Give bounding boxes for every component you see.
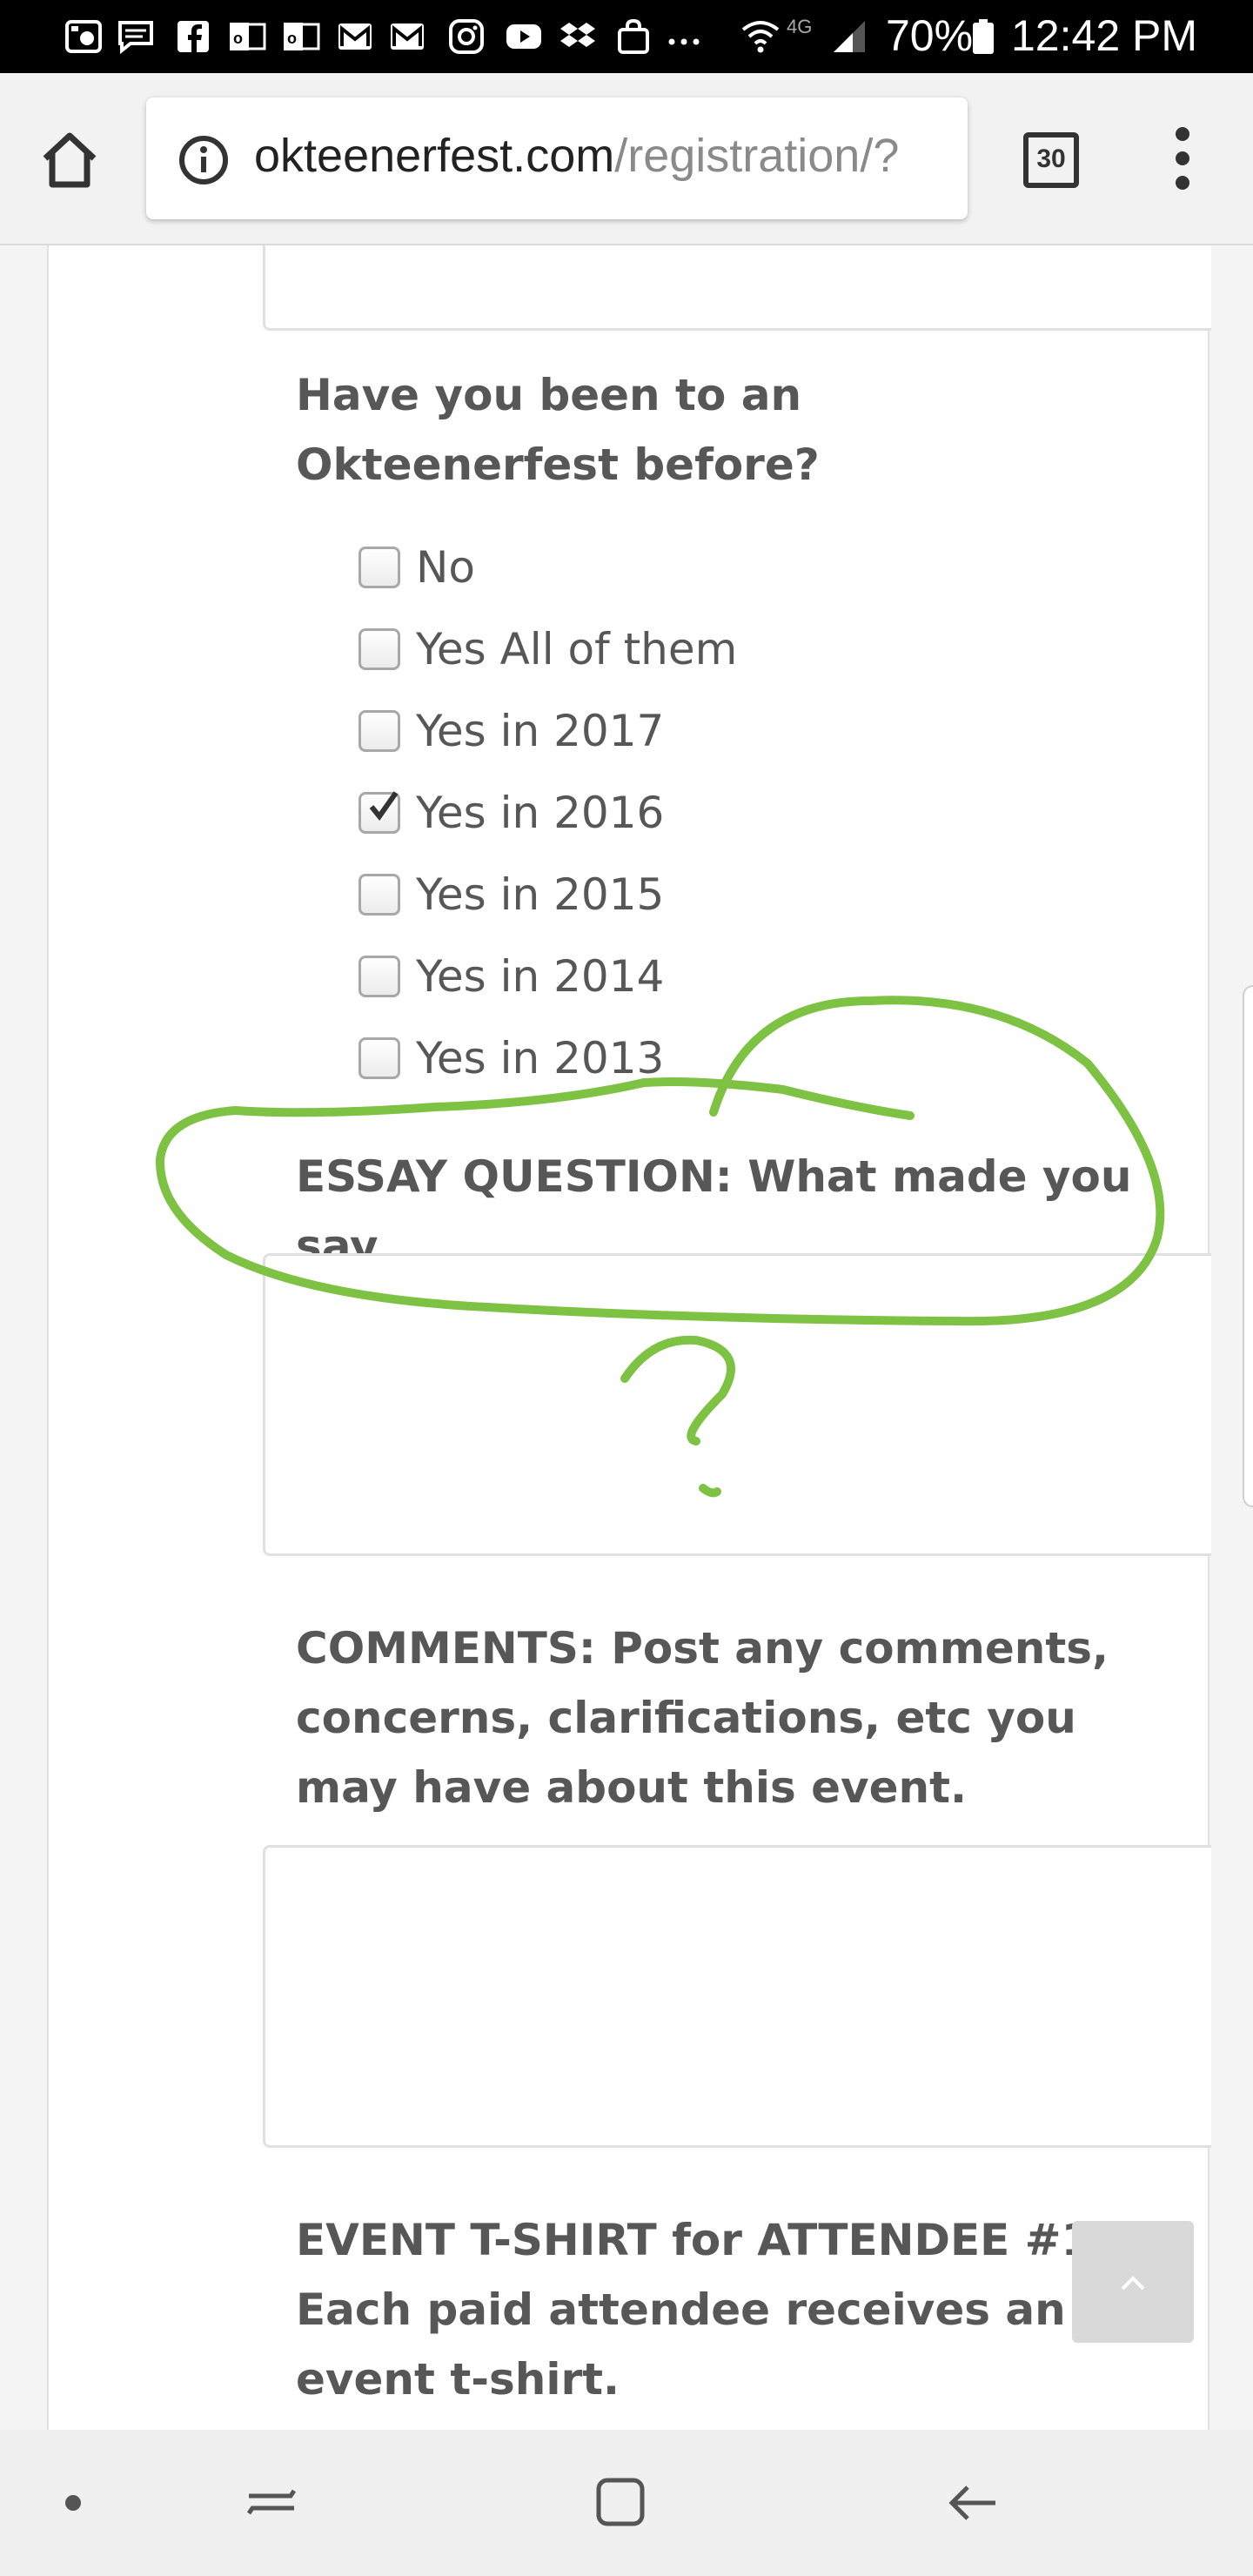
clock: 12:42 PM: [1011, 11, 1198, 60]
outlook-icon: o: [282, 19, 320, 54]
url-text: okteenerfest.com/registration/?: [254, 129, 899, 183]
gmail-icon: [388, 19, 426, 54]
signal-icon: [830, 19, 868, 54]
system-nav-bar: [0, 2430, 1253, 2576]
youtube-icon: [505, 19, 543, 54]
overflow-menu-icon[interactable]: [1169, 127, 1196, 197]
url-domain: okteenerfest.com: [254, 130, 615, 182]
more-notifications-icon: [665, 19, 703, 54]
annotation-circle: [155, 996, 1165, 1498]
back-icon[interactable]: [938, 2468, 1008, 2538]
instagram-icon: [447, 19, 486, 54]
outlook-icon: o: [228, 19, 266, 54]
svg-text:o: o: [287, 30, 297, 47]
nav-dot-icon[interactable]: [38, 2468, 108, 2538]
battery-percent: 70%: [886, 11, 974, 60]
photo-app-icon: [64, 19, 103, 54]
wifi-icon: [741, 19, 780, 54]
shopping-icon: [614, 18, 653, 54]
facebook-icon: [174, 19, 212, 54]
gmail-icon: [336, 19, 374, 54]
recent-apps-icon[interactable]: [237, 2468, 306, 2538]
dropbox-icon: [559, 19, 597, 54]
address-bar[interactable]: okteenerfest.com/registration/?: [146, 97, 968, 219]
web-page: Have you been to an Okteenerfest before?…: [0, 245, 1253, 2430]
battery-icon: [971, 19, 995, 54]
tab-switcher-button[interactable]: 30: [1023, 132, 1079, 188]
home-nav-icon[interactable]: [586, 2468, 656, 2538]
svg-text:o: o: [233, 30, 243, 47]
home-icon[interactable]: [35, 125, 104, 195]
info-icon[interactable]: [178, 134, 230, 186]
status-bar: o o 4G 70% 12:42 PM: [0, 0, 1253, 73]
browser-toolbar: okteenerfest.com/registration/? 30: [0, 73, 1253, 245]
network-type: 4G: [787, 16, 813, 37]
messages-icon: [117, 19, 155, 55]
url-path: /registration/?: [614, 130, 900, 182]
